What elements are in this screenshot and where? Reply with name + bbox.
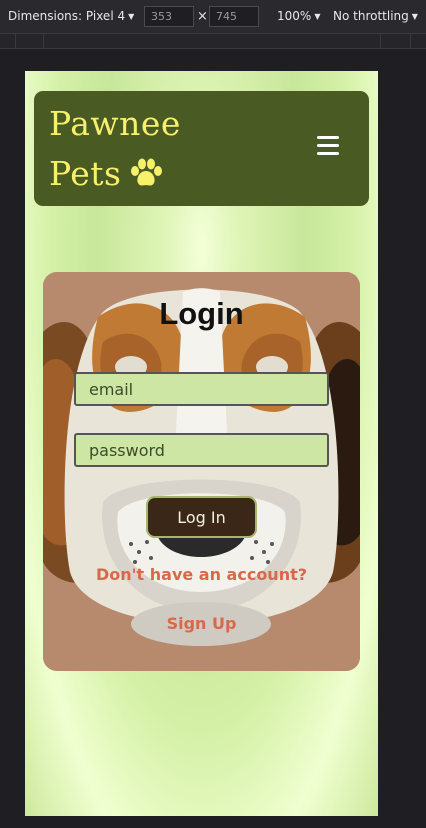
no-account-text: Don't have an account? [95,565,308,584]
zoom-selector[interactable]: 100% ▼ [277,9,320,23]
chevron-down-icon: ▼ [314,12,321,21]
devtools-toolbar: Dimensions: Pixel 4 ▼ 353 × 745 100% ▼ No … [0,0,426,33]
email-input[interactable] [74,372,329,406]
throttling-label: No throttling [333,9,409,23]
brand-logo[interactable]: Pawnee Pets [49,99,181,199]
device-selector-label: Dimensions: Pixel 4 [8,9,126,23]
hamburger-menu-icon[interactable] [317,136,339,156]
width-input[interactable]: 353 [144,6,194,27]
chevron-down-icon: ▼ [128,12,135,21]
login-card: Login Log In Don't have an account? Sign… [43,272,360,671]
chevron-down-icon: ▼ [411,12,418,21]
media-query-ruler[interactable] [0,33,426,49]
brand-name-line1: Pawnee [49,104,181,143]
brand-name-line2: Pets [49,154,122,193]
paw-icon [131,158,163,186]
sign-up-link[interactable]: Sign Up [43,614,360,633]
password-input[interactable] [74,433,329,467]
throttling-selector[interactable]: No throttling ▼ [333,9,418,23]
site-header: Pawnee Pets [34,91,369,206]
log-in-button[interactable]: Log In [146,496,257,538]
zoom-label: 100% [277,9,312,23]
login-title: Login [159,296,244,331]
height-input[interactable]: 745 [209,6,259,27]
dimension-separator: × [197,9,208,24]
device-viewport: Pawnee Pets Login email Log In Don't hav… [25,71,378,816]
device-selector[interactable]: Dimensions: Pixel 4 ▼ [8,9,134,23]
